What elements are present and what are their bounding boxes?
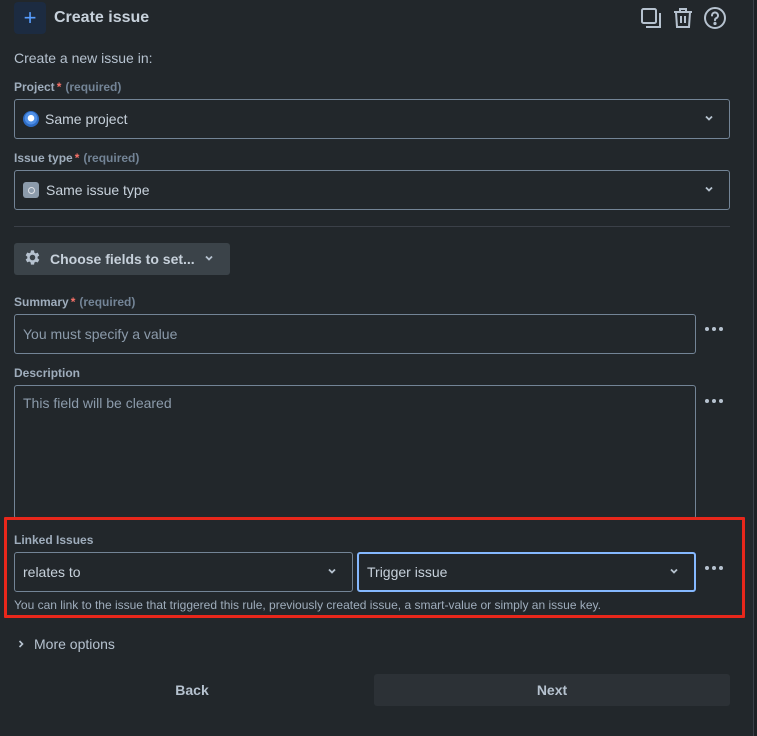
project-label: Project * (required) (14, 80, 121, 94)
required-hint: (required) (79, 295, 136, 309)
summary-label: Summary * (required) (14, 295, 135, 309)
chevron-down-icon (326, 564, 338, 580)
intro-text: Create a new issue in: (14, 50, 153, 66)
gear-icon (23, 248, 42, 270)
panel-title: Create issue (54, 9, 150, 26)
chevron-right-icon (16, 636, 26, 652)
issue-type-icon (23, 182, 39, 198)
more-options-label: More options (34, 636, 115, 652)
summary-placeholder: You must specify a value (23, 326, 178, 342)
choose-fields-label: Choose fields to set... (50, 251, 195, 267)
linked-issues-label: Linked Issues (14, 533, 93, 547)
issue-type-select[interactable]: Same issue type (14, 170, 730, 210)
required-hint: (required) (65, 80, 122, 94)
trash-icon[interactable] (671, 6, 695, 30)
link-type-select[interactable]: relates to (14, 552, 353, 592)
panel-header: + Create issue (14, 2, 149, 34)
chevron-down-icon (703, 111, 715, 127)
issue-type-label: Issue type * (required) (14, 151, 139, 165)
chevron-down-icon (203, 251, 215, 267)
required-hint: (required) (83, 151, 140, 165)
issue-type-select-value: Same issue type (46, 182, 150, 198)
summary-input[interactable]: You must specify a value (14, 314, 696, 354)
summary-more-icon[interactable] (702, 321, 726, 337)
copy-icon[interactable] (639, 6, 663, 30)
more-options-toggle[interactable]: More options (16, 636, 115, 652)
link-type-value: relates to (23, 564, 81, 580)
description-textarea[interactable]: This field will be cleared (14, 385, 696, 519)
next-button[interactable]: Next (374, 674, 730, 706)
required-mark: * (74, 151, 80, 165)
description-more-icon[interactable] (702, 393, 726, 409)
linked-issues-label-text: Linked Issues (14, 533, 94, 547)
description-placeholder: This field will be cleared (23, 395, 172, 411)
section-divider (14, 226, 730, 227)
linked-issues-more-icon[interactable] (702, 560, 726, 576)
project-label-text: Project (14, 80, 55, 94)
back-button[interactable]: Back (14, 674, 370, 706)
project-icon (23, 111, 39, 127)
link-target-value: Trigger issue (367, 564, 448, 580)
linked-issues-help: You can link to the issue that triggered… (14, 598, 601, 612)
required-mark: * (70, 295, 76, 309)
choose-fields-button[interactable]: Choose fields to set... (14, 243, 230, 275)
plus-icon: + (14, 2, 46, 34)
issue-type-label-text: Issue type (14, 151, 73, 165)
project-select-value: Same project (45, 111, 128, 127)
chevron-down-icon (703, 182, 715, 198)
help-icon[interactable] (703, 6, 727, 30)
chevron-down-icon (668, 564, 680, 580)
link-target-select[interactable]: Trigger issue (357, 552, 696, 592)
description-label: Description (14, 366, 80, 380)
summary-label-text: Summary (14, 295, 69, 309)
description-label-text: Description (14, 366, 81, 380)
create-issue-panel: + Create issue Create a new issue in: Pr… (0, 0, 754, 736)
header-actions (639, 6, 727, 30)
required-mark: * (56, 80, 62, 94)
project-select[interactable]: Same project (14, 99, 730, 139)
